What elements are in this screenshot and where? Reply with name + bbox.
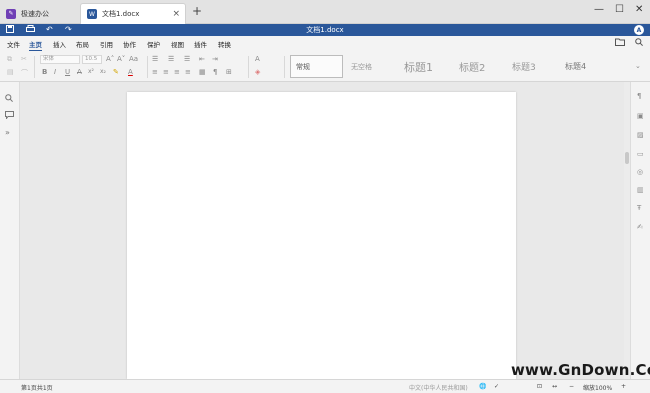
align-left-icon[interactable]: ≡: [152, 68, 158, 76]
scrollbar-thumb[interactable]: [625, 152, 629, 164]
format-painter-icon[interactable]: ⌒: [21, 68, 28, 78]
minimize-button[interactable]: —: [594, 4, 604, 15]
numbered-list-icon[interactable]: ☰: [168, 55, 174, 63]
clear-format-icon[interactable]: ◈: [255, 68, 260, 76]
zoom-out-button[interactable]: −: [569, 383, 574, 390]
open-folder-icon[interactable]: [615, 38, 625, 48]
language-selector[interactable]: 中文(中华人民共和国): [409, 383, 468, 392]
menu-layout[interactable]: 布局: [76, 39, 89, 49]
font-name-select[interactable]: 宋体: [40, 55, 80, 64]
menu-plugins[interactable]: 插件: [194, 39, 207, 49]
strikethrough-button[interactable]: A: [77, 68, 82, 76]
fit-page-icon[interactable]: ⊡: [537, 383, 542, 390]
watermark-text: www.GnDown.Com: [511, 361, 650, 379]
navigation-icon[interactable]: »: [5, 128, 10, 137]
shape-settings-icon[interactable]: ▣: [637, 112, 644, 120]
menu-file[interactable]: 文件: [7, 39, 20, 49]
font-color-button[interactable]: A: [128, 68, 133, 76]
paragraph-mark-icon[interactable]: ¶: [213, 68, 217, 76]
comment-icon[interactable]: [5, 111, 14, 121]
copy-icon[interactable]: ⧉: [7, 55, 12, 64]
header-footer-icon[interactable]: ▭: [637, 150, 644, 158]
menu-protect[interactable]: 保护: [147, 39, 160, 49]
menu-convert[interactable]: 转换: [218, 39, 231, 49]
bold-button[interactable]: B: [42, 68, 47, 76]
shading-icon[interactable]: ▦: [199, 68, 206, 76]
left-sidebar: »: [0, 82, 20, 379]
maximize-button[interactable]: ☐: [615, 4, 624, 15]
font-size-select[interactable]: 10.5: [82, 55, 102, 64]
chart-settings-icon[interactable]: ▥: [637, 186, 644, 194]
menu-references[interactable]: 引用: [100, 39, 113, 49]
right-sidebar: ¶ ▣ ▨ ▭ ◎ ▥ Ŧ ✍: [630, 82, 650, 379]
shrink-font-button[interactable]: A˅: [117, 55, 125, 63]
tab-home[interactable]: ✎ 极速办公: [0, 3, 80, 24]
fit-width-icon[interactable]: ↔: [552, 383, 557, 390]
style-heading-1[interactable]: 标题1: [398, 55, 451, 78]
superscript-button[interactable]: x²: [88, 68, 94, 75]
italic-button[interactable]: I: [54, 68, 56, 76]
page-info: 第1页共1页: [21, 385, 53, 392]
menu-home[interactable]: 主页: [29, 39, 42, 51]
search-icon[interactable]: [635, 38, 643, 48]
ribbon-toolbar: ⧉ ✂ ▤ ⌒ 宋体 10.5 A˄ A˅ Aa B I U A x² x₂ ✎…: [0, 52, 650, 82]
text-art-icon[interactable]: Ŧ: [637, 204, 641, 212]
style-heading-4[interactable]: 标题4: [559, 55, 613, 78]
decrease-indent-icon[interactable]: ⇤: [199, 55, 205, 63]
bullet-list-icon[interactable]: ☰: [152, 55, 158, 63]
tab-document-label: 文档1.docx: [102, 10, 140, 18]
globe-icon[interactable]: 🌐: [479, 383, 486, 390]
signature-icon[interactable]: ✍: [637, 223, 643, 231]
close-tab-icon[interactable]: ×: [172, 9, 180, 19]
align-right-icon[interactable]: ≡: [174, 68, 180, 76]
highlight-icon[interactable]: ✎: [113, 68, 119, 76]
menu-bar: 文件 主页 插入 布局 引用 协作 保护 视图 插件 转换: [0, 36, 650, 52]
avatar[interactable]: A: [634, 25, 644, 35]
image-settings-icon[interactable]: ▨: [637, 131, 644, 139]
tab-bar: ✎ 极速办公 W 文档1.docx × + — ☐ ✕: [0, 0, 650, 24]
document-page[interactable]: [127, 92, 516, 379]
divider: [34, 56, 35, 78]
word-doc-icon: W: [87, 9, 97, 19]
style-no-spacing[interactable]: 无空格: [345, 55, 395, 78]
style-normal[interactable]: 常规: [290, 55, 343, 78]
divider: [248, 56, 249, 78]
paragraph-settings-icon[interactable]: ¶: [637, 92, 641, 100]
title-bar: ↶ ↷ 文档1.docx A: [0, 24, 650, 36]
paste-icon[interactable]: ▤: [7, 68, 14, 76]
increase-indent-icon[interactable]: ⇥: [212, 55, 218, 63]
document-title: 文档1.docx: [306, 26, 344, 34]
status-bar: 第1页共1页 中文(中华人民共和国) 🌐 ✓ ⊡ ↔ − 缩放100% +: [0, 379, 650, 393]
divider: [147, 56, 148, 78]
zoom-in-button[interactable]: +: [621, 383, 626, 390]
grow-font-button[interactable]: A˄: [106, 55, 114, 63]
zoom-level: 缩放100%: [583, 385, 613, 392]
search-icon[interactable]: [5, 94, 13, 104]
tab-home-label: 极速办公: [21, 9, 49, 18]
align-center-icon[interactable]: ≡: [163, 68, 169, 76]
app-logo-icon: ✎: [6, 8, 16, 19]
justify-icon[interactable]: ≡: [185, 68, 191, 76]
divider: [284, 56, 285, 78]
underline-button[interactable]: U: [65, 68, 70, 76]
multilevel-list-icon[interactable]: ☰: [184, 55, 190, 63]
style-heading-2[interactable]: 标题2: [453, 55, 505, 78]
borders-icon[interactable]: ⊞: [226, 68, 232, 76]
chevron-down-icon[interactable]: ⌄: [635, 62, 641, 70]
change-case-button[interactable]: Aa: [129, 55, 138, 63]
menu-insert[interactable]: 插入: [53, 39, 66, 49]
menu-collaboration[interactable]: 协作: [123, 39, 136, 49]
tab-document[interactable]: W 文档1.docx ×: [80, 3, 186, 24]
close-window-button[interactable]: ✕: [635, 4, 643, 15]
spellcheck-icon[interactable]: ✓: [494, 383, 499, 390]
new-tab-button[interactable]: +: [192, 4, 202, 18]
text-style-icon[interactable]: A: [255, 55, 260, 63]
subscript-button[interactable]: x₂: [100, 68, 106, 75]
menu-view[interactable]: 视图: [171, 39, 184, 49]
object-settings-icon[interactable]: ◎: [637, 168, 643, 176]
cut-icon[interactable]: ✂: [21, 55, 27, 63]
style-heading-3[interactable]: 标题3: [506, 55, 558, 78]
